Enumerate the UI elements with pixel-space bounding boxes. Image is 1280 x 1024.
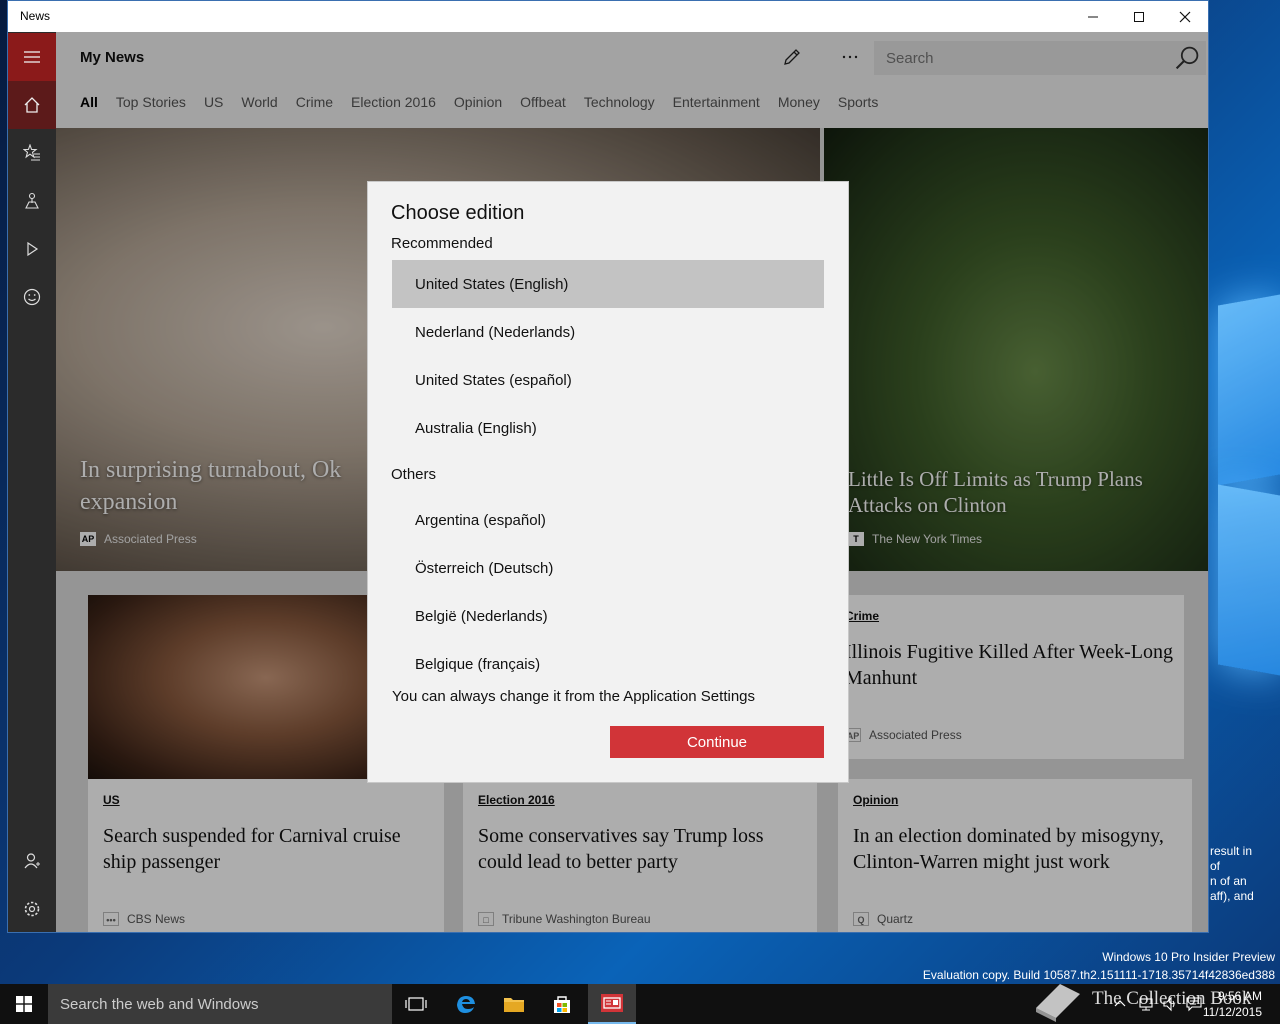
sidebar-item-local[interactable]: [8, 177, 56, 225]
settings-note: You can always change it from the Applic…: [392, 688, 756, 705]
sidebar-item-home[interactable]: [8, 81, 56, 129]
store-button[interactable]: [538, 984, 586, 1024]
windows-start-icon: [16, 996, 32, 1012]
sidebar-item-emoji[interactable]: [8, 273, 56, 321]
sidebar: [8, 32, 56, 932]
edition-option[interactable]: België (Nederlands): [392, 592, 824, 640]
edition-option[interactable]: United States (español): [392, 356, 824, 404]
sidebar-item-interests[interactable]: [8, 129, 56, 177]
folder-icon: [504, 998, 524, 1012]
close-button[interactable]: [1162, 1, 1208, 32]
sidebar-item-video[interactable]: [8, 225, 56, 273]
interests-icon: [23, 144, 40, 161]
edition-option[interactable]: Nederland (Nederlands): [392, 308, 824, 356]
book-icon: [1036, 984, 1080, 1022]
emoji-icon: [23, 288, 41, 306]
edge-button[interactable]: [442, 984, 490, 1024]
maximize-button[interactable]: [1116, 1, 1162, 32]
dialog-title: Choose edition: [391, 202, 525, 224]
account-icon: [24, 853, 40, 869]
news-icon: [601, 994, 623, 1012]
edition-option[interactable]: Österreich (Deutsch): [392, 544, 824, 592]
local-icon: [25, 192, 39, 209]
news-app-button[interactable]: [588, 984, 636, 1024]
maximize-icon: [1134, 11, 1144, 22]
close-icon: [1179, 11, 1191, 22]
background-window-text: result in of n of an aff), and: [1210, 844, 1254, 903]
task-view-button[interactable]: [392, 984, 440, 1024]
hamburger-icon: [24, 51, 40, 63]
brand-text: The Collection Book: [1092, 988, 1252, 1009]
task-view-icon: [405, 997, 427, 1011]
edition-option[interactable]: Argentina (español): [392, 496, 824, 544]
store-icon: [554, 996, 570, 1013]
window-title: News: [20, 9, 51, 23]
minimize-icon: [1088, 16, 1098, 17]
title-bar[interactable]: News: [8, 1, 1208, 32]
windows-logo-wallpaper: [1210, 290, 1280, 690]
start-button[interactable]: [0, 984, 48, 1024]
continue-button[interactable]: Continue: [610, 726, 824, 758]
settings-icon: [24, 901, 40, 917]
edition-option[interactable]: United States (English): [392, 260, 824, 308]
recommended-heading: Recommended: [391, 235, 493, 252]
file-explorer-button[interactable]: [490, 984, 538, 1024]
sidebar-item-settings[interactable]: [8, 885, 56, 932]
edition-option[interactable]: Belgique (français): [392, 640, 824, 688]
others-heading: Others: [391, 466, 437, 483]
video-icon: [27, 241, 39, 257]
sidebar-item-account[interactable]: [8, 837, 56, 885]
edge-icon: [457, 996, 475, 1013]
os-watermark-line1: Windows 10 Pro Insider Preview: [1102, 950, 1275, 964]
taskbar-search-box[interactable]: Search the web and Windows: [48, 984, 392, 1024]
brand-watermark: The Collection Book: [1032, 976, 1262, 1024]
home-icon: [24, 97, 40, 113]
choose-edition-dialog: Choose edition Recommended United States…: [368, 182, 848, 782]
hamburger-menu-button[interactable]: [8, 33, 56, 81]
edition-option[interactable]: Australia (English): [392, 404, 824, 452]
minimize-button[interactable]: [1070, 1, 1116, 32]
